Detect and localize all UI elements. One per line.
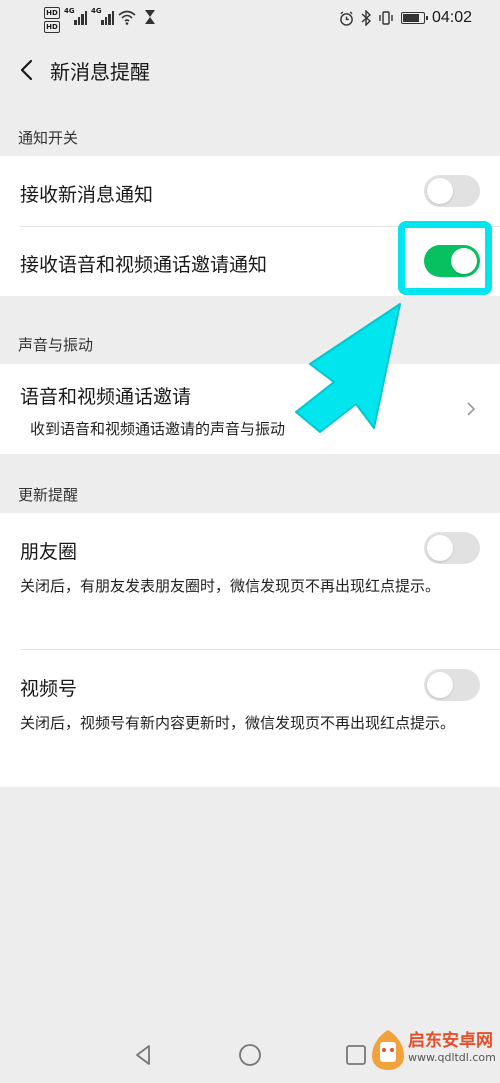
wifi-icon <box>118 10 136 25</box>
row-moments-desc: 关闭后，有朋友发表朋友圈时，微信发现页不再出现红点提示。 <box>20 577 441 595</box>
back-arrow-icon[interactable] <box>18 58 38 82</box>
channels-toggle[interactable] <box>424 669 480 701</box>
section-label-sound: 声音与振动 <box>18 336 94 354</box>
row-channels[interactable]: 视频号 关闭后，视频号有新内容更新时，微信发现页不再出现红点提示。 <box>0 650 500 787</box>
row-call-invite-sound[interactable]: 语音和视频通话邀请 收到语音和视频通话邀请的声音与振动 <box>0 364 500 454</box>
watermark-name: 启东安卓网 <box>408 1031 493 1051</box>
chevron-right-icon <box>467 402 476 416</box>
sound-card: 语音和视频通话邀请 收到语音和视频通话邀请的声音与振动 <box>0 364 500 454</box>
row-moments[interactable]: 朋友圈 关闭后，有朋友发表朋友圈时，微信发现页不再出现红点提示。 <box>0 513 500 649</box>
highlight-box <box>398 221 492 295</box>
signal-icon-1: 4G <box>64 7 87 25</box>
signal-icon-2: 4G <box>91 7 114 25</box>
section-label-updates: 更新提醒 <box>18 486 79 504</box>
hd-icons: HD HD <box>44 7 60 33</box>
row-call-invite-sound-desc: 收到语音和视频通话邀请的声音与振动 <box>30 420 286 438</box>
alarm-icon <box>340 10 353 26</box>
row-call-invite-sound-title: 语音和视频通话邀请 <box>20 386 192 408</box>
page-header: 新消息提醒 <box>0 40 500 100</box>
watermark-logo-icon <box>372 1030 404 1070</box>
moments-toggle[interactable] <box>424 532 480 564</box>
row-receive-messages-title: 接收新消息通知 <box>20 184 154 206</box>
bluetooth-icon <box>361 10 371 26</box>
row-receive-messages[interactable]: 接收新消息通知 <box>0 156 500 226</box>
section-label-notify: 通知开关 <box>18 129 79 147</box>
status-bar: HD HD 4G 4G 04:02 <box>0 0 500 40</box>
hd-badge-2: HD <box>44 21 60 33</box>
nav-home-icon[interactable] <box>238 1043 262 1067</box>
hourglass-icon <box>145 10 155 24</box>
page-title: 新消息提醒 <box>50 60 150 84</box>
pointer-arrow-icon <box>295 303 401 433</box>
vibrate-icon <box>379 11 393 25</box>
updates-card: 朋友圈 关闭后，有朋友发表朋友圈时，微信发现页不再出现红点提示。 视频号 关闭后… <box>0 513 500 787</box>
row-moments-title: 朋友圈 <box>20 541 78 563</box>
nav-back-icon[interactable] <box>132 1043 156 1067</box>
nav-recents-icon[interactable] <box>344 1043 368 1067</box>
battery-icon <box>400 12 428 24</box>
row-channels-title: 视频号 <box>20 678 78 700</box>
receive-messages-toggle[interactable] <box>424 175 480 207</box>
watermark: 启东安卓网 www.qdltdl.com <box>366 1020 500 1083</box>
watermark-url: www.qdltdl.com <box>408 1051 496 1064</box>
hd-badge-1: HD <box>44 7 60 19</box>
row-call-invite-notify-title: 接收语音和视频通话邀请通知 <box>20 254 268 276</box>
status-time: 04:02 <box>431 9 472 26</box>
row-channels-desc: 关闭后，视频号有新内容更新时，微信发现页不再出现红点提示。 <box>20 714 456 732</box>
